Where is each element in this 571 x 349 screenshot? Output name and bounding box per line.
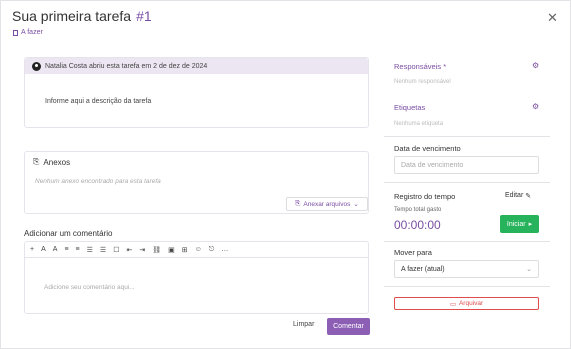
- timer-value: 00:00:00: [394, 218, 441, 232]
- editor-toolbar: + A A ≡ ≡ ☰ ☰ ☐ ⇤ ⇥ ⛓ ▣ ⊞ ☺ ⎋ …: [25, 242, 368, 258]
- close-icon[interactable]: ✕: [547, 10, 558, 26]
- opened-by-text: Natalia Costa abriu esta tarefa em 2 de …: [45, 62, 208, 70]
- edit-icon: ✎: [525, 193, 532, 200]
- divider: [384, 182, 550, 183]
- attach-icon[interactable]: ⎋: [209, 246, 215, 254]
- numbered-list-icon[interactable]: ☰: [100, 246, 106, 254]
- task-title: Sua primeira tarefa: [12, 8, 132, 24]
- assignees-label: Responsáveis *: [394, 62, 447, 71]
- archive-icon: ▭: [449, 300, 456, 308]
- attachments-card: ⎘ Anexos Nenhum anexo encontrado para es…: [24, 151, 369, 214]
- align-icon[interactable]: ≡: [64, 246, 68, 253]
- divider: [384, 286, 550, 287]
- move-to-value: A fazer (atual): [401, 265, 445, 273]
- clear-button[interactable]: Limpar: [293, 321, 314, 328]
- archive-label: Arquivar: [458, 300, 484, 307]
- divider: [384, 241, 550, 242]
- bullet-list-icon[interactable]: ☰: [87, 246, 93, 254]
- comment-label: Adicionar um comentário: [24, 229, 113, 238]
- page-title: Sua primeira tarefa #1: [12, 8, 152, 24]
- link-icon[interactable]: ⛓: [152, 246, 161, 254]
- table-icon[interactable]: ⊞: [182, 246, 188, 254]
- move-to-label: Mover para: [394, 248, 432, 257]
- attach-files-label: Anexar arquivos: [303, 200, 351, 208]
- archive-button[interactable]: ▭ Arquivar: [394, 297, 539, 310]
- highlight-icon[interactable]: A: [53, 246, 58, 253]
- attachments-label: Anexos: [43, 157, 71, 167]
- avatar: [32, 61, 41, 71]
- task-number: #1: [136, 8, 152, 24]
- tags-value: Nenhuma etiqueta: [394, 121, 444, 127]
- gear-icon[interactable]: ⚙: [532, 61, 539, 70]
- task-modal: Sua primeira tarefa #1 ✕ A fazer Natalia …: [0, 0, 571, 349]
- description-card: Natalia Costa abriu esta tarefa em 2 de …: [24, 57, 369, 128]
- attachments-empty: Nenhum anexo encontrado para esta tarefa: [35, 178, 161, 185]
- chevron-down-icon: ⌄: [526, 266, 532, 273]
- outdent-icon[interactable]: ⇤: [126, 246, 132, 254]
- status-label: A fazer: [21, 29, 43, 36]
- edit-label: Editar: [505, 192, 524, 199]
- comment-placeholder: Adicione seu comentário aqui...: [44, 284, 135, 291]
- emoji-icon[interactable]: ☺: [195, 246, 202, 253]
- total-time-label: Tempo total gasto: [394, 207, 442, 213]
- description-text[interactable]: Informe aqui a descrição da tarefa: [25, 74, 368, 105]
- due-date-label: Data de vencimento: [394, 144, 461, 153]
- chevron-down-icon: ⌄: [353, 201, 359, 208]
- divider: [384, 136, 550, 137]
- board-icon: [13, 29, 18, 36]
- attachments-title: ⎘ Anexos: [33, 157, 70, 167]
- line-height-icon[interactable]: ≡: [76, 246, 80, 253]
- more-icon[interactable]: …: [221, 246, 228, 253]
- text-color-icon[interactable]: A: [41, 246, 46, 253]
- paperclip-icon: ⎘: [295, 200, 301, 207]
- indent-icon[interactable]: ⇥: [139, 246, 145, 254]
- tags-label: Etiquetas: [394, 103, 426, 112]
- paperclip-icon: ⎘: [33, 157, 40, 166]
- edit-time-button[interactable]: Editar ✎: [505, 192, 531, 200]
- gear-icon[interactable]: ⚙: [532, 102, 539, 111]
- status-badge[interactable]: A fazer: [13, 29, 43, 36]
- attach-files-button[interactable]: ⎘ Anexar arquivos ⌄: [286, 197, 368, 211]
- comment-editor[interactable]: + A A ≡ ≡ ☰ ☰ ☐ ⇤ ⇥ ⛓ ▣ ⊞ ☺ ⎋ … Adicione…: [24, 241, 369, 314]
- move-to-select[interactable]: A fazer (atual) ⌄: [394, 260, 539, 278]
- image-icon[interactable]: ▣: [168, 246, 175, 254]
- time-tracking-label: Registro do tempo: [394, 192, 456, 201]
- comment-button[interactable]: Comentar: [327, 318, 370, 335]
- play-icon: ▸: [528, 221, 533, 228]
- description-header: Natalia Costa abriu esta tarefa em 2 de …: [25, 58, 368, 74]
- insert-icon[interactable]: +: [30, 246, 34, 253]
- start-label: Iniciar: [506, 220, 526, 228]
- assignees-value: Nenhum responsável: [394, 79, 451, 85]
- checkbox-icon[interactable]: ☐: [113, 246, 119, 254]
- due-date-input[interactable]: Data de vencimento: [394, 156, 539, 174]
- start-timer-button[interactable]: Iniciar ▸: [500, 215, 539, 233]
